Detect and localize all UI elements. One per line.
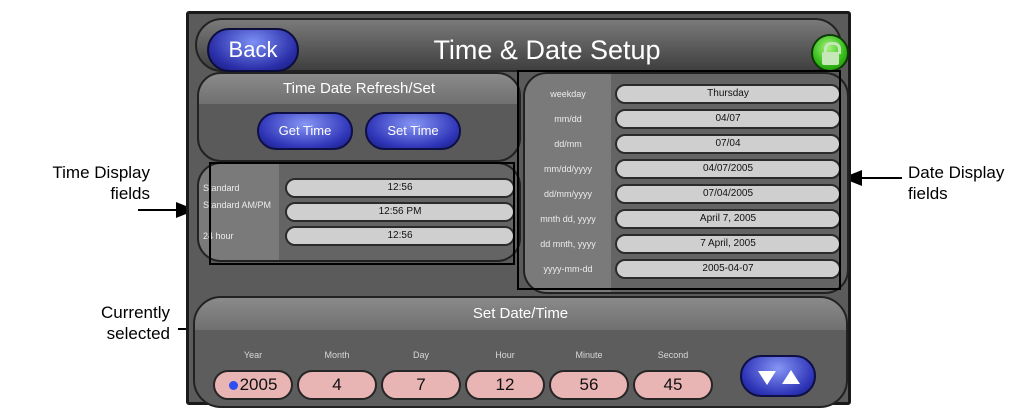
set-field-month[interactable]: 4 xyxy=(297,370,377,400)
down-up-arrows-icon[interactable] xyxy=(740,355,816,397)
callout-time-display: Time Display fields xyxy=(10,162,150,204)
set-field-value: 56 xyxy=(579,375,599,394)
set-field-label: Year xyxy=(243,350,263,360)
padlock-body xyxy=(822,52,839,65)
callout-date-arrow xyxy=(862,177,902,179)
set-field-second[interactable]: 45 xyxy=(633,370,713,400)
date-fields-outline xyxy=(517,70,841,290)
time-fields-outline xyxy=(209,162,515,265)
refresh-set-title: Time Date Refresh/Set xyxy=(199,74,519,104)
set-field-value: 2005 xyxy=(239,375,278,394)
title-bar: Back Time & Date Setup xyxy=(195,18,849,72)
up-arrow-icon[interactable] xyxy=(782,370,800,384)
set-field-label: Second xyxy=(657,350,689,360)
set-field-hour[interactable]: 12 xyxy=(465,370,545,400)
set-field-label: Month xyxy=(324,350,350,360)
set-field-minute[interactable]: 56 xyxy=(549,370,629,400)
callout-currently-selected-text: Currently selected xyxy=(101,303,170,343)
set-field-year[interactable]: 2005 xyxy=(213,370,293,400)
refresh-set-panel: Time Date Refresh/Set Get Time Set Time xyxy=(197,72,521,162)
padlock-icon[interactable] xyxy=(811,34,849,72)
callout-time-arrow xyxy=(138,209,178,211)
callout-time-display-text: Time Display fields xyxy=(52,163,150,203)
set-time-button[interactable]: Set Time xyxy=(365,112,461,150)
set-field-label: Hour xyxy=(495,350,515,360)
set-field-value: 7 xyxy=(416,375,426,394)
set-field-label: Minute xyxy=(575,350,603,360)
set-field-day[interactable]: 7 xyxy=(381,370,461,400)
back-button[interactable]: Back xyxy=(207,28,299,72)
set-field-value: 12 xyxy=(495,375,515,394)
selected-indicator-icon xyxy=(228,381,238,390)
set-field-value: 4 xyxy=(332,375,342,394)
set-field-label: Day xyxy=(412,350,429,360)
callout-date-display-text: Date Display fields xyxy=(908,163,1005,203)
callout-currently-selected: Currently selected xyxy=(40,302,170,344)
down-arrow-icon[interactable] xyxy=(758,371,776,385)
callout-date-display: Date Display fields xyxy=(908,162,1028,204)
set-field-value: 45 xyxy=(663,375,683,394)
set-date-time-title: Set Date/Time xyxy=(195,298,846,330)
get-time-button[interactable]: Get Time xyxy=(257,112,353,150)
page-title: Time & Date Setup xyxy=(433,35,661,65)
set-date-time-panel: Set Date/Time Year 2005 Month 4 Day 7 Hour 12 Mi… xyxy=(193,296,848,408)
